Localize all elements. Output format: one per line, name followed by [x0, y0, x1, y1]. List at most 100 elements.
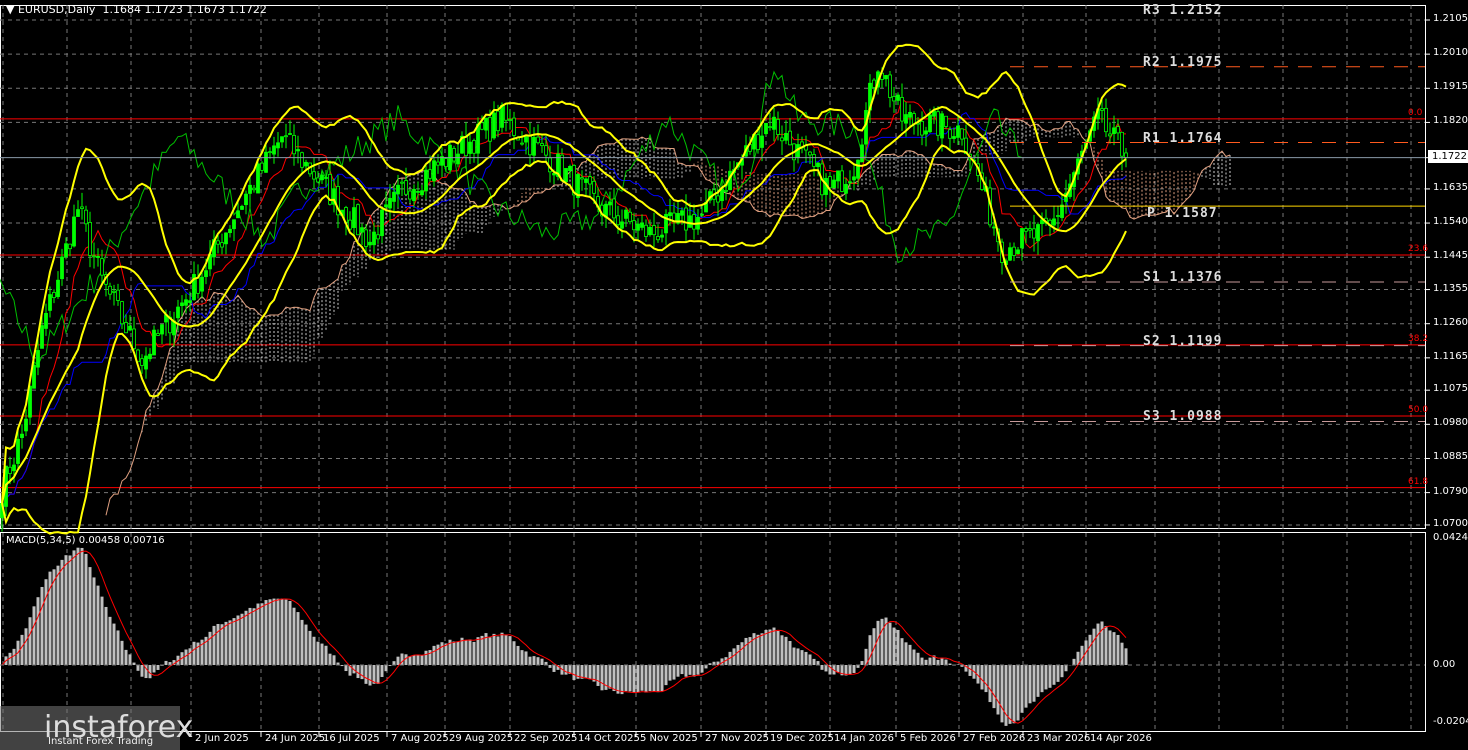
macd-bar: [889, 623, 892, 665]
macd-bar: [89, 567, 92, 665]
macd-bar: [137, 665, 140, 671]
candle-body: [257, 164, 260, 193]
candle-body: [1037, 225, 1040, 241]
macd-bar: [637, 665, 640, 692]
macd-bar: [509, 636, 512, 665]
macd-bar: [253, 608, 256, 665]
macd-bar: [589, 665, 592, 679]
macd-bar: [225, 622, 228, 665]
pivot-value: 1.2152: [1169, 3, 1222, 18]
candle-body: [365, 230, 368, 247]
macd-bar: [273, 599, 276, 665]
macd-bar: [61, 560, 64, 665]
candle-body: [49, 295, 52, 311]
fib-level-label: 0.0: [1408, 108, 1422, 118]
macd-bar: [881, 619, 884, 665]
price-tick: 1.0790: [1433, 486, 1468, 497]
candle-body: [457, 154, 460, 164]
macd-bar: [817, 661, 820, 665]
candle-body: [73, 217, 76, 246]
price-tick: 1.0885: [1433, 451, 1468, 462]
macd-bar: [681, 665, 684, 674]
candle-body: [429, 170, 432, 179]
macd-bar: [453, 641, 456, 665]
macd-bar: [1121, 643, 1124, 665]
candle-body: [633, 221, 636, 230]
chart-canvas[interactable]: [0, 0, 1468, 750]
date-tick: 14 Oct 2025: [578, 733, 640, 744]
candle-body: [833, 180, 836, 188]
candle-body: [201, 277, 204, 291]
candle-body: [181, 303, 184, 306]
price-tick: 1.1445: [1433, 250, 1468, 261]
macd-bar: [209, 632, 212, 665]
candle-body: [721, 189, 724, 201]
macd-bar: [985, 665, 988, 692]
senkou-a-line: [106, 118, 1230, 515]
macd-bar: [673, 665, 676, 680]
macd-bar: [425, 651, 428, 665]
date-tick: 22 Sep 2025: [514, 733, 577, 744]
macd-bar: [609, 665, 612, 689]
bollinger-upper: [2, 45, 1126, 504]
candle-body: [893, 96, 896, 100]
macd-bar: [997, 665, 1000, 714]
candle-body: [197, 278, 200, 293]
candle-body: [993, 227, 996, 228]
candle-body: [17, 439, 20, 463]
macd-bar: [249, 608, 252, 665]
macd-bar: [85, 554, 88, 665]
macd-signal-line: [2, 551, 1126, 723]
candle-body: [661, 235, 664, 237]
macd-bar: [869, 635, 872, 665]
macd-values: 0.00458 0.00716: [79, 535, 165, 546]
pivot-value: 1.1376: [1169, 270, 1222, 285]
candle-body: [873, 80, 876, 87]
candle-body: [545, 146, 548, 155]
candle-body: [765, 123, 768, 133]
pivot-label-r1: R1 1.1764: [1143, 131, 1222, 146]
candle-body: [217, 241, 220, 244]
candle-body: [693, 215, 696, 230]
candle-body: [85, 210, 88, 224]
macd-bar: [417, 655, 420, 665]
macd-bar: [917, 653, 920, 665]
macd-bar: [1093, 629, 1096, 665]
candle-body: [141, 359, 144, 366]
macd-bar: [705, 665, 708, 668]
candle-body: [1013, 247, 1016, 255]
candle-body: [297, 150, 300, 151]
candle-body: [53, 292, 56, 297]
candle-body: [261, 163, 264, 170]
macd-bar: [737, 645, 740, 665]
macd-bar: [949, 664, 952, 665]
macd-bar: [853, 665, 856, 673]
candle-body: [373, 232, 376, 245]
date-tick: 5 Nov 2025: [640, 733, 698, 744]
logo-tagline: Instant Forex Trading: [48, 736, 153, 747]
macd-bar: [549, 665, 552, 668]
candle-body: [65, 244, 68, 257]
price-tick: 1.1260: [1433, 317, 1468, 328]
macd-bar: [597, 665, 600, 686]
candle-body: [385, 205, 388, 207]
macd-bar: [661, 665, 664, 691]
macd-bar: [165, 661, 168, 665]
candle-body: [861, 145, 864, 162]
candle-body: [817, 163, 820, 166]
candle-body: [701, 214, 704, 215]
candle-body: [93, 256, 96, 257]
macd-bar: [689, 665, 692, 675]
macd-bar: [1105, 626, 1108, 665]
macd-bar: [341, 665, 344, 666]
macd-bar: [217, 624, 220, 665]
candle-body: [961, 129, 964, 139]
pivot-value: 1.1764: [1169, 131, 1222, 146]
macd-bar: [185, 650, 188, 665]
candle-body: [425, 170, 428, 191]
macd-bar: [757, 635, 760, 665]
macd-bar: [437, 645, 440, 665]
pivot-name: R2: [1143, 55, 1161, 70]
macd-bar: [129, 654, 132, 665]
candle-body: [241, 206, 244, 209]
